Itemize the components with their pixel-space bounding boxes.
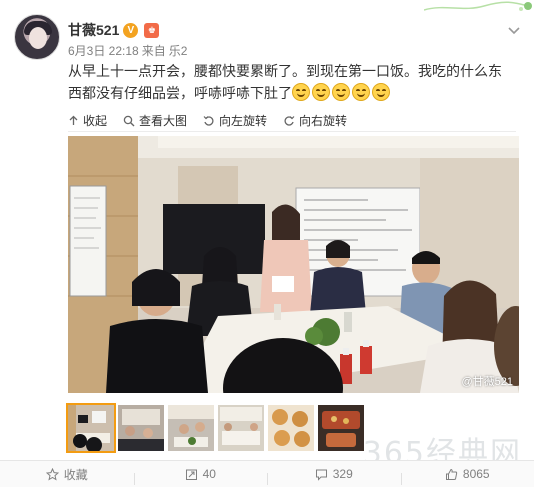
collapse-label: 收起 bbox=[83, 114, 108, 128]
comment-button[interactable]: 329 bbox=[267, 467, 401, 485]
comment-count: 329 bbox=[332, 467, 353, 481]
rotate-left-icon bbox=[203, 115, 214, 126]
arrow-up-icon bbox=[69, 115, 78, 125]
magnifier-icon bbox=[123, 115, 135, 126]
favorite-button[interactable]: 收藏 bbox=[0, 466, 134, 483]
member-level-icon[interactable]: ♚ bbox=[144, 22, 160, 38]
repost-button[interactable]: 40 bbox=[133, 467, 268, 485]
user-header: 甘薇521 V ♚ bbox=[68, 20, 160, 40]
thumbnail[interactable] bbox=[268, 405, 314, 451]
rotate-right-button[interactable]: 向右旋转 bbox=[283, 112, 347, 129]
star-icon bbox=[45, 467, 59, 481]
chevron-down-icon[interactable] bbox=[506, 22, 522, 38]
repost-count: 40 bbox=[202, 467, 216, 481]
smile-emoji-icon bbox=[372, 83, 390, 101]
favorite-label: 收藏 bbox=[63, 467, 88, 482]
smile-emoji-icon bbox=[352, 83, 370, 101]
post-date[interactable]: 6月3日 22:18 bbox=[68, 44, 139, 58]
emoji-row bbox=[292, 83, 390, 101]
view-large-label: 查看大图 bbox=[139, 114, 188, 128]
smile-emoji-icon bbox=[332, 83, 350, 101]
username[interactable]: 甘薇521 bbox=[68, 20, 119, 40]
like-button[interactable]: 8065 bbox=[400, 467, 534, 485]
post-text: 从早上十一点开会，腰都快要累断了。到现在第一口饭。我吃的什么东西都没有仔细品尝，… bbox=[68, 60, 514, 104]
thumbnail[interactable] bbox=[168, 405, 214, 451]
view-large-button[interactable]: 查看大图 bbox=[123, 112, 187, 129]
rotate-right-icon bbox=[284, 115, 295, 126]
like-count: 8065 bbox=[462, 467, 490, 481]
photo-watermark: @甘薇521 bbox=[461, 376, 513, 388]
smile-emoji-icon bbox=[312, 83, 330, 101]
rotate-left-button[interactable]: 向左旋转 bbox=[203, 112, 267, 129]
rotate-right-label: 向右旋转 bbox=[299, 114, 348, 128]
verified-badge-icon[interactable]: V bbox=[123, 22, 139, 38]
source-prefix: 来自 bbox=[141, 44, 166, 58]
post-source[interactable]: 乐2 bbox=[169, 44, 188, 58]
thumbnail[interactable] bbox=[318, 405, 364, 451]
thumbs-up-icon bbox=[445, 468, 458, 480]
post-photo[interactable]: @甘薇521 bbox=[68, 136, 519, 393]
thumbnail[interactable] bbox=[66, 403, 116, 453]
post-meta: 6月3日 22:18 来自 乐2 bbox=[68, 42, 190, 59]
thumbnail-strip bbox=[66, 403, 364, 453]
meeting-photo-image bbox=[68, 136, 519, 393]
avatar[interactable] bbox=[14, 14, 60, 60]
image-toolbar: 收起 查看大图 向左旋转 向右旋转 bbox=[68, 110, 516, 132]
post-body: 从早上十一点开会，腰都快要累断了。到现在第一口饭。我吃的什么东西都没有仔细品尝，… bbox=[68, 63, 502, 101]
header-decoration-icon bbox=[424, 1, 532, 11]
rotate-left-label: 向左旋转 bbox=[219, 114, 268, 128]
thumbnail[interactable] bbox=[218, 405, 264, 451]
smile-emoji-icon bbox=[292, 83, 310, 101]
collapse-button[interactable]: 收起 bbox=[68, 112, 107, 129]
action-bar: 收藏 40 329 8065 bbox=[0, 460, 534, 487]
thumbnail[interactable] bbox=[118, 405, 164, 451]
comment-icon bbox=[315, 469, 327, 481]
repost-icon bbox=[185, 469, 197, 480]
